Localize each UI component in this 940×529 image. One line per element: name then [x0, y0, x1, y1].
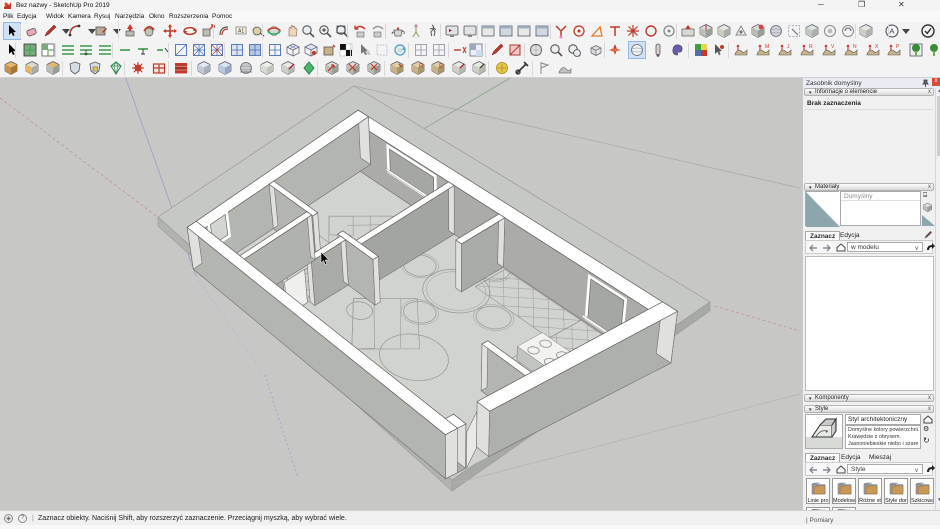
svg-text:J: J: [787, 44, 790, 50]
svg-text:N: N: [853, 44, 857, 50]
svg-text:R: R: [419, 64, 424, 70]
svg-text:M: M: [765, 44, 769, 50]
svg-text:V: V: [831, 44, 835, 50]
svg-text:P: P: [896, 44, 900, 50]
svg-text:A: A: [889, 27, 894, 36]
svg-text:A1: A1: [238, 29, 244, 35]
svg-text:X: X: [875, 44, 879, 50]
svg-text:B: B: [439, 64, 443, 70]
svg-text:%: %: [365, 51, 371, 57]
svg-text:R: R: [809, 44, 813, 50]
